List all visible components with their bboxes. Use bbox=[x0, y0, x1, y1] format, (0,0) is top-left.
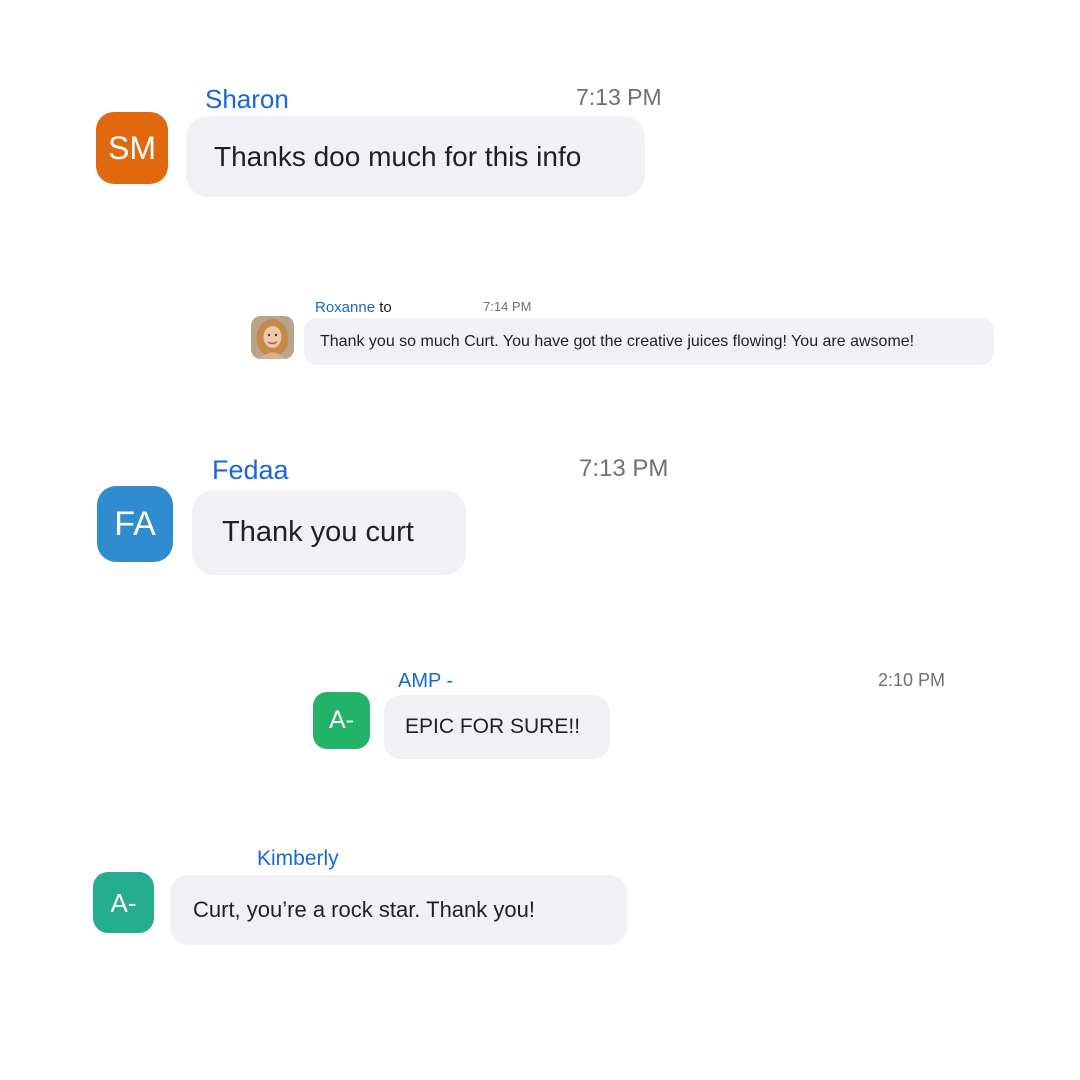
message-bubble[interactable]: Thank you so much Curt. You have got the… bbox=[304, 318, 994, 365]
sender-name[interactable]: Roxanne bbox=[315, 299, 375, 316]
sender-name[interactable]: Fedaa bbox=[212, 457, 289, 484]
avatar[interactable]: SM bbox=[96, 112, 168, 184]
message-timestamp: 7:14 PM bbox=[483, 299, 532, 314]
message-timestamp: 2:10 PM bbox=[878, 670, 946, 690]
avatar-initials: SM bbox=[108, 130, 156, 166]
message-bubble[interactable]: EPIC FOR SURE!! bbox=[384, 695, 610, 759]
sender-name[interactable]: Kimberly bbox=[257, 848, 339, 869]
avatar-photo[interactable] bbox=[251, 316, 294, 359]
message-timestamp: 7:13 PM bbox=[579, 455, 669, 482]
profile-photo-icon bbox=[251, 316, 294, 359]
sender-name[interactable]: AMP - bbox=[398, 671, 453, 691]
message-text: Curt, you’re a rock star. Thank you! bbox=[193, 897, 535, 922]
avatar[interactable]: A- bbox=[93, 872, 154, 933]
message-bubble[interactable]: Thanks doo much for this info bbox=[186, 116, 645, 197]
message-text: Thank you so much Curt. You have got the… bbox=[320, 332, 915, 350]
message-bubble[interactable]: Thank you curt bbox=[192, 490, 466, 575]
message-text: EPIC FOR SURE!! bbox=[405, 715, 581, 738]
sender-name[interactable]: Sharon bbox=[205, 86, 289, 112]
avatar[interactable]: A- bbox=[313, 692, 370, 749]
avatar-initials: A- bbox=[329, 706, 354, 734]
recipient-prefix: to bbox=[379, 299, 392, 316]
message-text: Thank you curt bbox=[222, 516, 414, 548]
sender-header: Roxanne to bbox=[315, 300, 392, 315]
avatar-initials: FA bbox=[114, 505, 156, 543]
avatar[interactable]: FA bbox=[97, 486, 173, 562]
message-timestamp: 7:13 PM bbox=[576, 84, 662, 110]
avatar-initials: A- bbox=[110, 887, 137, 918]
message-text: Thanks doo much for this info bbox=[214, 140, 582, 172]
message-bubble[interactable]: Curt, you’re a rock star. Thank you! bbox=[170, 875, 627, 945]
